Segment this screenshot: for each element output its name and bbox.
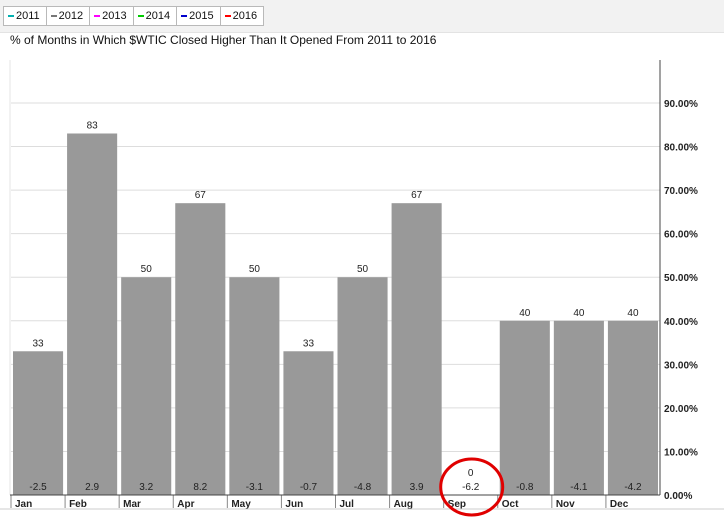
- bar-value-label: 50: [357, 264, 369, 275]
- bar-value-label: 50: [141, 264, 153, 275]
- x-tick-label: Aug: [394, 499, 413, 510]
- x-tick-label: Feb: [69, 499, 87, 510]
- bar-oct: [499, 320, 550, 495]
- bar-value-label: 40: [573, 308, 585, 319]
- x-tick-label: Jul: [340, 499, 355, 510]
- y-tick-label: 50.00%: [664, 273, 698, 284]
- avg-change-label: -4.1: [570, 482, 588, 493]
- avg-change-label: 3.9: [410, 482, 424, 493]
- avg-change-label: 8.2: [193, 482, 207, 493]
- bar-nov: [553, 320, 604, 495]
- bar-value-label: 40: [627, 308, 639, 319]
- avg-change-label: -3.1: [246, 482, 264, 493]
- bar-may: [229, 277, 280, 495]
- y-tick-label: 90.00%: [664, 99, 698, 110]
- bar-value-label: 40: [519, 308, 531, 319]
- bar-value-label: 33: [32, 338, 44, 349]
- avg-change-label: -4.2: [624, 482, 642, 493]
- avg-change-label: -2.5: [29, 482, 47, 493]
- bar-jan: [13, 351, 64, 495]
- y-tick-label: 10.00%: [664, 447, 698, 458]
- y-tick-label: 80.00%: [664, 143, 698, 154]
- y-tick-label: 0.00%: [664, 491, 692, 502]
- y-tick-label: 70.00%: [664, 186, 698, 197]
- avg-change-label: -4.8: [354, 482, 372, 493]
- bar-aug: [391, 203, 442, 495]
- x-tick-label: Jun: [285, 499, 303, 510]
- bar-chart: 0.00% 10.00% 20.00% 30.00% 40.00% 50.00% 60.00…: [0, 60, 724, 517]
- avg-change-label: -0.8: [516, 482, 534, 493]
- bar-mar: [121, 277, 172, 495]
- avg-change-label: -0.7: [300, 482, 318, 493]
- avg-change-label: 3.2: [139, 482, 153, 493]
- bar-feb: [67, 133, 118, 495]
- bar-dec: [607, 320, 658, 495]
- avg-change-label: 2.9: [85, 482, 99, 493]
- x-tick-label: Oct: [502, 499, 519, 510]
- x-tick-label: Dec: [610, 499, 629, 510]
- x-tick-label: Apr: [177, 499, 194, 510]
- bar-value-label: 33: [303, 338, 315, 349]
- bar-value-label: 0: [468, 468, 474, 479]
- y-tick-label: 20.00%: [664, 404, 698, 415]
- bar-value-label: 83: [87, 120, 99, 131]
- y-tick-label: 40.00%: [664, 317, 698, 328]
- y-tick-label: 60.00%: [664, 230, 698, 241]
- bar-apr: [175, 203, 226, 495]
- x-tick-label: Nov: [556, 499, 575, 510]
- x-tick-label: May: [231, 499, 251, 510]
- avg-change-label: -6.2: [462, 482, 480, 493]
- bar-value-label: 67: [411, 190, 423, 201]
- bar-value-label: 67: [195, 190, 207, 201]
- bar-value-label: 50: [249, 264, 261, 275]
- bar-jun: [283, 351, 334, 495]
- bar-jul: [337, 277, 388, 495]
- x-tick-label: Jan: [15, 499, 32, 510]
- y-tick-label: 30.00%: [664, 360, 698, 371]
- x-tick-label: Mar: [123, 499, 141, 510]
